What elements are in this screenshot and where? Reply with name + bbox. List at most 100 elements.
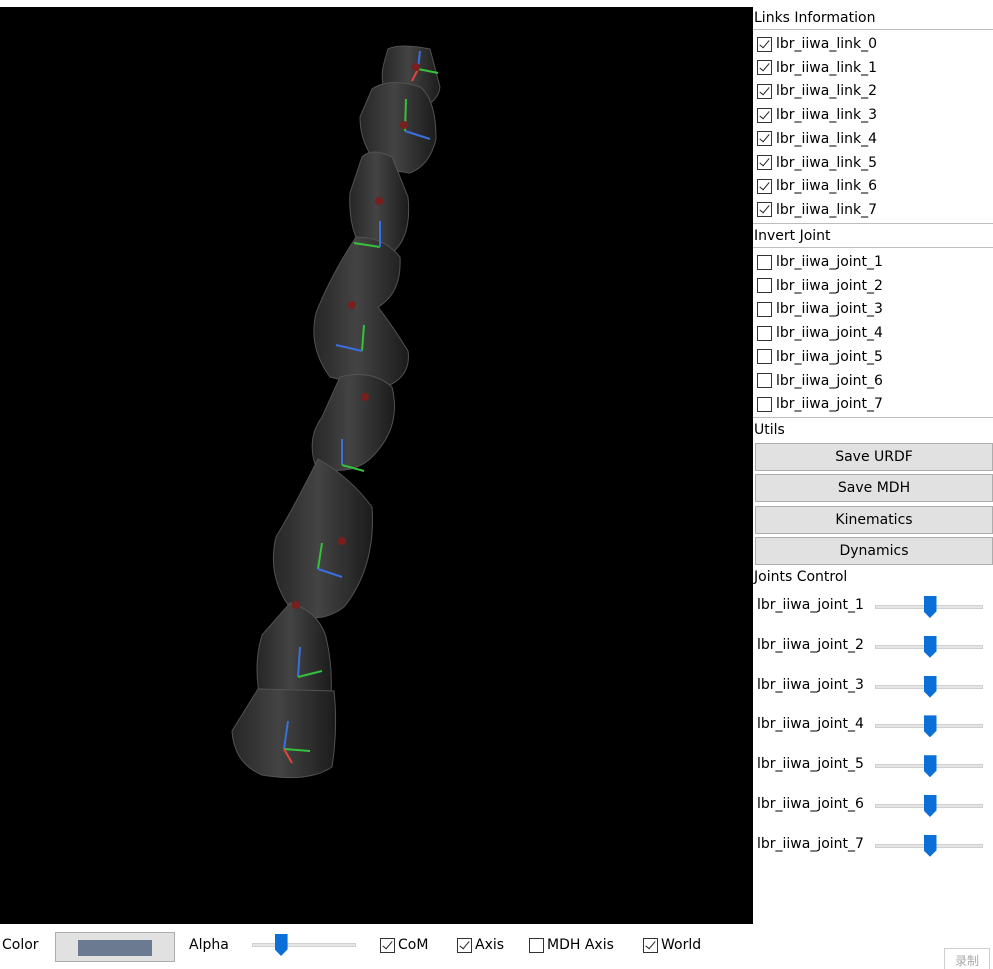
joint-slider-handle[interactable] [923, 635, 937, 658]
mdh-axis-checkbox-label: MDH Axis [547, 937, 614, 953]
joint-slider[interactable] [875, 834, 983, 857]
divider [753, 417, 993, 418]
link-checkbox-row[interactable]: lbr_iiwa_link_0 [757, 33, 877, 55]
divider [753, 223, 993, 224]
joint-slider[interactable] [875, 755, 983, 778]
link-checkbox-row[interactable]: lbr_iiwa_link_4 [757, 128, 877, 150]
joint-slider[interactable] [875, 596, 983, 618]
mdh-axis-checkbox-box[interactable] [529, 937, 544, 953]
invert-joint-checkbox[interactable] [757, 254, 772, 270]
divider [753, 247, 993, 248]
right-panel: Links Information lbr_iiwa_link_0 lbr_iiw… [753, 7, 993, 897]
com-checkbox[interactable]: CoM [380, 937, 428, 953]
invert-joint-checkbox-row[interactable]: lbr_iiwa_joint_7 [757, 393, 883, 415]
joint-control-label: lbr_iiwa_joint_3 [757, 676, 864, 693]
joint-slider-handle[interactable] [923, 795, 937, 817]
invert-joint-checkbox[interactable] [757, 325, 772, 341]
link-checkbox-label: lbr_iiwa_link_5 [776, 154, 878, 171]
joint-slider-handle[interactable] [923, 675, 937, 698]
link-checkbox[interactable] [757, 60, 772, 76]
link-checkbox[interactable] [757, 202, 772, 218]
save-urdf-button[interactable]: Save URDF [755, 443, 993, 471]
mdh-axis-checkbox[interactable]: MDH Axis [529, 937, 614, 953]
joint-control-row: lbr_iiwa_joint_7 [757, 834, 989, 864]
color-picker-button[interactable] [55, 932, 175, 962]
axis-checkbox[interactable]: Axis [457, 937, 504, 953]
record-button[interactable]: 录制 [944, 948, 990, 969]
axis-checkbox-label: Axis [475, 937, 505, 953]
invert-joint-checkbox[interactable] [757, 396, 772, 412]
invert-joint-checkbox-row[interactable]: lbr_iiwa_joint_3 [757, 298, 883, 320]
robot-3d-viewport[interactable] [0, 7, 753, 924]
joint-control-label: lbr_iiwa_joint_5 [757, 756, 864, 773]
invert-joint-checkbox-row[interactable]: lbr_iiwa_joint_2 [757, 275, 883, 297]
invert-joint-checkbox-label: lbr_iiwa_joint_1 [776, 254, 883, 270]
joint-slider-handle[interactable] [923, 715, 937, 738]
joint-slider[interactable] [875, 715, 983, 738]
joint-control-row: lbr_iiwa_joint_6 [757, 794, 989, 824]
joint-slider[interactable] [875, 635, 983, 658]
invert-joint-checkbox-label: lbr_iiwa_joint_5 [776, 348, 883, 365]
com-checkbox-box[interactable] [380, 937, 395, 953]
link-checkbox[interactable] [757, 36, 772, 52]
joint-slider[interactable] [875, 795, 983, 817]
bottom-toolbar: Color Alpha CoM Axis MDH Axis World 录制 [0, 928, 993, 969]
world-checkbox-label: World [661, 937, 702, 953]
dynamics-button[interactable]: Dynamics [755, 536, 993, 565]
joint-control-row: lbr_iiwa_joint_2 [757, 635, 989, 665]
link-checkbox-label: lbr_iiwa_link_3 [776, 107, 878, 124]
world-checkbox-box[interactable] [643, 937, 658, 953]
link-checkbox-row[interactable]: lbr_iiwa_link_2 [757, 80, 877, 102]
robot-arm-render [231, 45, 441, 779]
link-checkbox[interactable] [757, 178, 772, 194]
kinematics-button[interactable]: Kinematics [755, 505, 993, 534]
save-mdh-button[interactable]: Save MDH [755, 474, 993, 503]
joints-control-title: Joints Control [754, 569, 848, 585]
invert-joint-checkbox[interactable] [757, 301, 772, 317]
joint-control-row: lbr_iiwa_joint_4 [757, 714, 989, 744]
link-checkbox-label: lbr_iiwa_link_6 [776, 178, 878, 195]
link-checkbox-row[interactable]: lbr_iiwa_link_7 [757, 199, 877, 221]
invert-joint-checkbox-row[interactable]: lbr_iiwa_joint_5 [757, 346, 883, 368]
link-checkbox[interactable] [757, 131, 772, 147]
invert-joint-checkbox-label: lbr_iiwa_joint_4 [776, 325, 883, 342]
joint-control-row: lbr_iiwa_joint_1 [757, 595, 989, 625]
joint-slider-handle[interactable] [923, 596, 937, 618]
link-checkbox-row[interactable]: lbr_iiwa_link_6 [757, 175, 877, 197]
joint-control-label: lbr_iiwa_joint_2 [757, 636, 864, 653]
link-checkbox[interactable] [757, 155, 772, 170]
link-checkbox-label: lbr_iiwa_link_2 [776, 83, 878, 100]
links-information-title: Links Information [754, 10, 876, 26]
joint-control-label: lbr_iiwa_joint_1 [757, 597, 864, 613]
alpha-slider-handle[interactable] [274, 934, 288, 956]
world-checkbox[interactable]: World [643, 937, 701, 953]
invert-joint-checkbox-row[interactable]: lbr_iiwa_joint_6 [757, 370, 883, 392]
axis-checkbox-box[interactable] [457, 937, 472, 953]
color-swatch [78, 940, 152, 956]
joint-slider-handle[interactable] [923, 755, 937, 778]
joint-slider-handle[interactable] [923, 834, 937, 857]
alpha-slider[interactable] [252, 934, 356, 956]
link-checkbox[interactable] [757, 83, 772, 99]
link-checkbox-row[interactable]: lbr_iiwa_link_1 [757, 57, 877, 79]
joint-slider[interactable] [875, 675, 983, 698]
invert-joint-checkbox-row[interactable]: lbr_iiwa_joint_4 [757, 322, 883, 344]
link-checkbox-row[interactable]: lbr_iiwa_link_3 [757, 104, 877, 126]
invert-joint-checkbox-label: lbr_iiwa_joint_6 [776, 372, 883, 389]
link-checkbox[interactable] [757, 107, 772, 123]
divider [753, 29, 993, 30]
invert-joint-checkbox[interactable] [757, 373, 772, 388]
invert-joint-checkbox-label: lbr_iiwa_joint_2 [776, 277, 883, 294]
invert-joint-checkbox-row[interactable]: lbr_iiwa_joint_1 [757, 251, 883, 273]
color-label: Color [2, 937, 39, 953]
link-checkbox-row[interactable]: lbr_iiwa_link_5 [757, 152, 877, 174]
invert-joint-checkbox[interactable] [757, 349, 772, 365]
joint-control-label: lbr_iiwa_joint_6 [757, 796, 864, 812]
joint-control-row: lbr_iiwa_joint_3 [757, 675, 989, 705]
joint-control-label: lbr_iiwa_joint_4 [757, 716, 864, 733]
link-checkbox-label: lbr_iiwa_link_4 [776, 130, 878, 147]
link-checkbox-label: lbr_iiwa_link_7 [776, 201, 878, 218]
robot-arm-links [231, 45, 441, 779]
alpha-label: Alpha [189, 937, 229, 953]
invert-joint-checkbox[interactable] [757, 278, 772, 294]
